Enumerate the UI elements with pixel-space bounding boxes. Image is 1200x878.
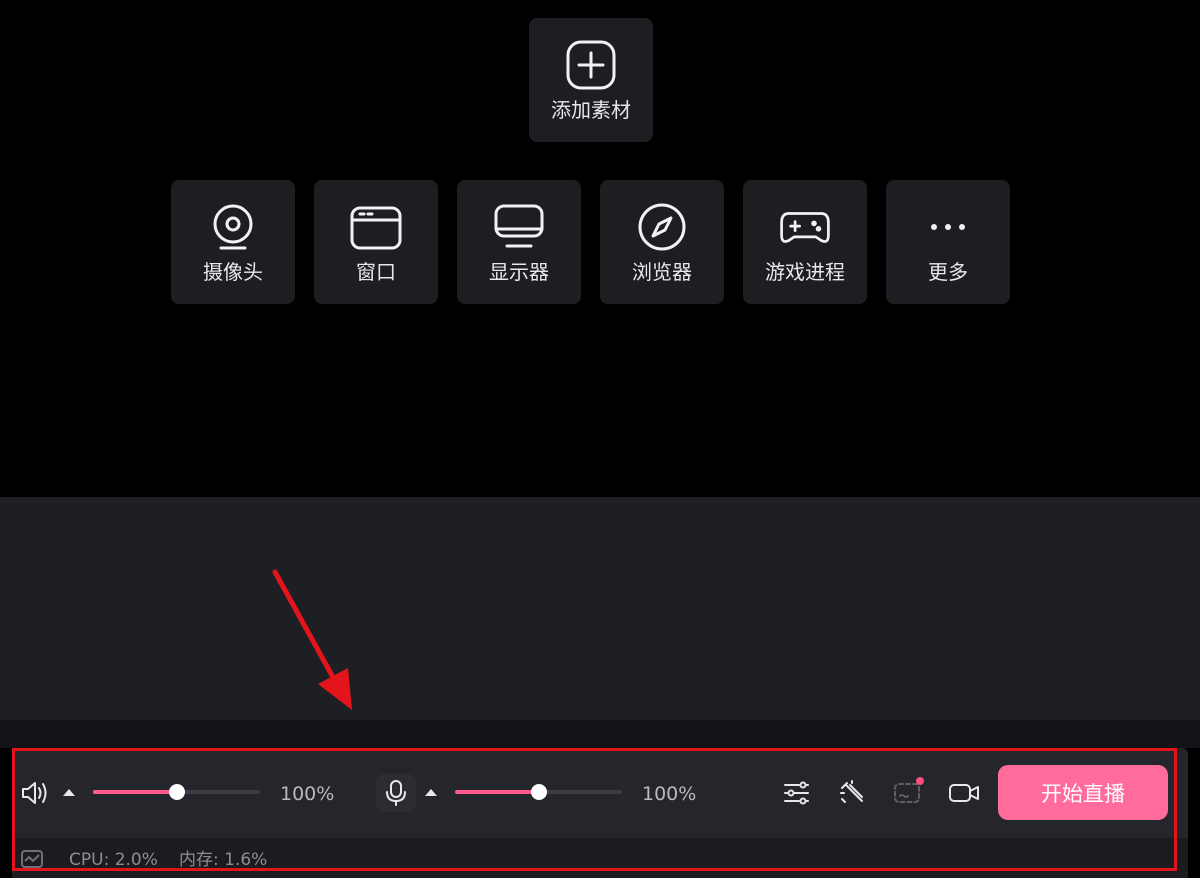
more-dots-icon [921,200,975,254]
memory-usage: 内存: 1.6% [179,850,268,870]
source-label: 窗口 [356,260,396,284]
add-source-button[interactable]: 添加素材 [529,18,653,142]
source-browser-button[interactable]: 浏览器 [600,180,724,304]
source-label: 更多 [928,260,968,284]
performance-monitor-icon [20,849,44,871]
source-game-button[interactable]: 游戏进程 [743,180,867,304]
source-webcam-button[interactable]: 摄像头 [171,180,295,304]
source-label: 游戏进程 [765,260,845,284]
source-more-button[interactable]: 更多 [886,180,1010,304]
slider-fill [93,790,177,794]
slider-knob[interactable] [168,784,185,800]
webcam-icon [206,200,260,254]
microphone-button[interactable] [376,774,416,812]
sliders-icon [782,780,810,806]
microphone-volume-value: 100% [642,783,697,805]
start-live-button[interactable]: 开始直播 [998,765,1168,820]
microphone-options-caret[interactable] [425,789,437,796]
slider-fill [455,790,539,794]
video-camera-icon [948,781,980,805]
magic-wand-icon [838,779,866,807]
window-icon [349,200,403,254]
source-label: 摄像头 [203,260,263,284]
speaker-volume-slider[interactable] [93,780,260,804]
speaker-icon [19,778,51,808]
slider-knob[interactable] [530,784,547,800]
speaker-volume-value: 100% [280,783,335,805]
gamepad-icon [778,200,832,254]
camera-button[interactable] [944,776,984,810]
microphone-icon [385,779,407,807]
audio-mixer-button[interactable] [778,776,814,810]
source-label: 浏览器 [632,260,692,284]
cpu-usage: CPU: 2.0% [69,850,158,870]
compass-icon [635,200,689,254]
panel-divider [0,720,1200,748]
speaker-options-caret[interactable] [63,789,75,796]
performance-button[interactable] [18,848,46,872]
microphone-volume-slider[interactable] [455,780,622,804]
scene-panel [0,497,1200,720]
plus-square-icon [564,38,618,92]
source-window-button[interactable]: 窗口 [314,180,438,304]
multi-screen-button[interactable] [888,774,928,810]
beauty-effects-button[interactable] [834,776,870,810]
source-label: 显示器 [489,260,549,284]
add-source-label: 添加素材 [551,98,631,122]
source-monitor-button[interactable]: 显示器 [457,180,581,304]
speaker-button[interactable] [16,776,54,810]
monitor-icon [492,200,546,254]
multi-screen-icon [891,776,925,808]
